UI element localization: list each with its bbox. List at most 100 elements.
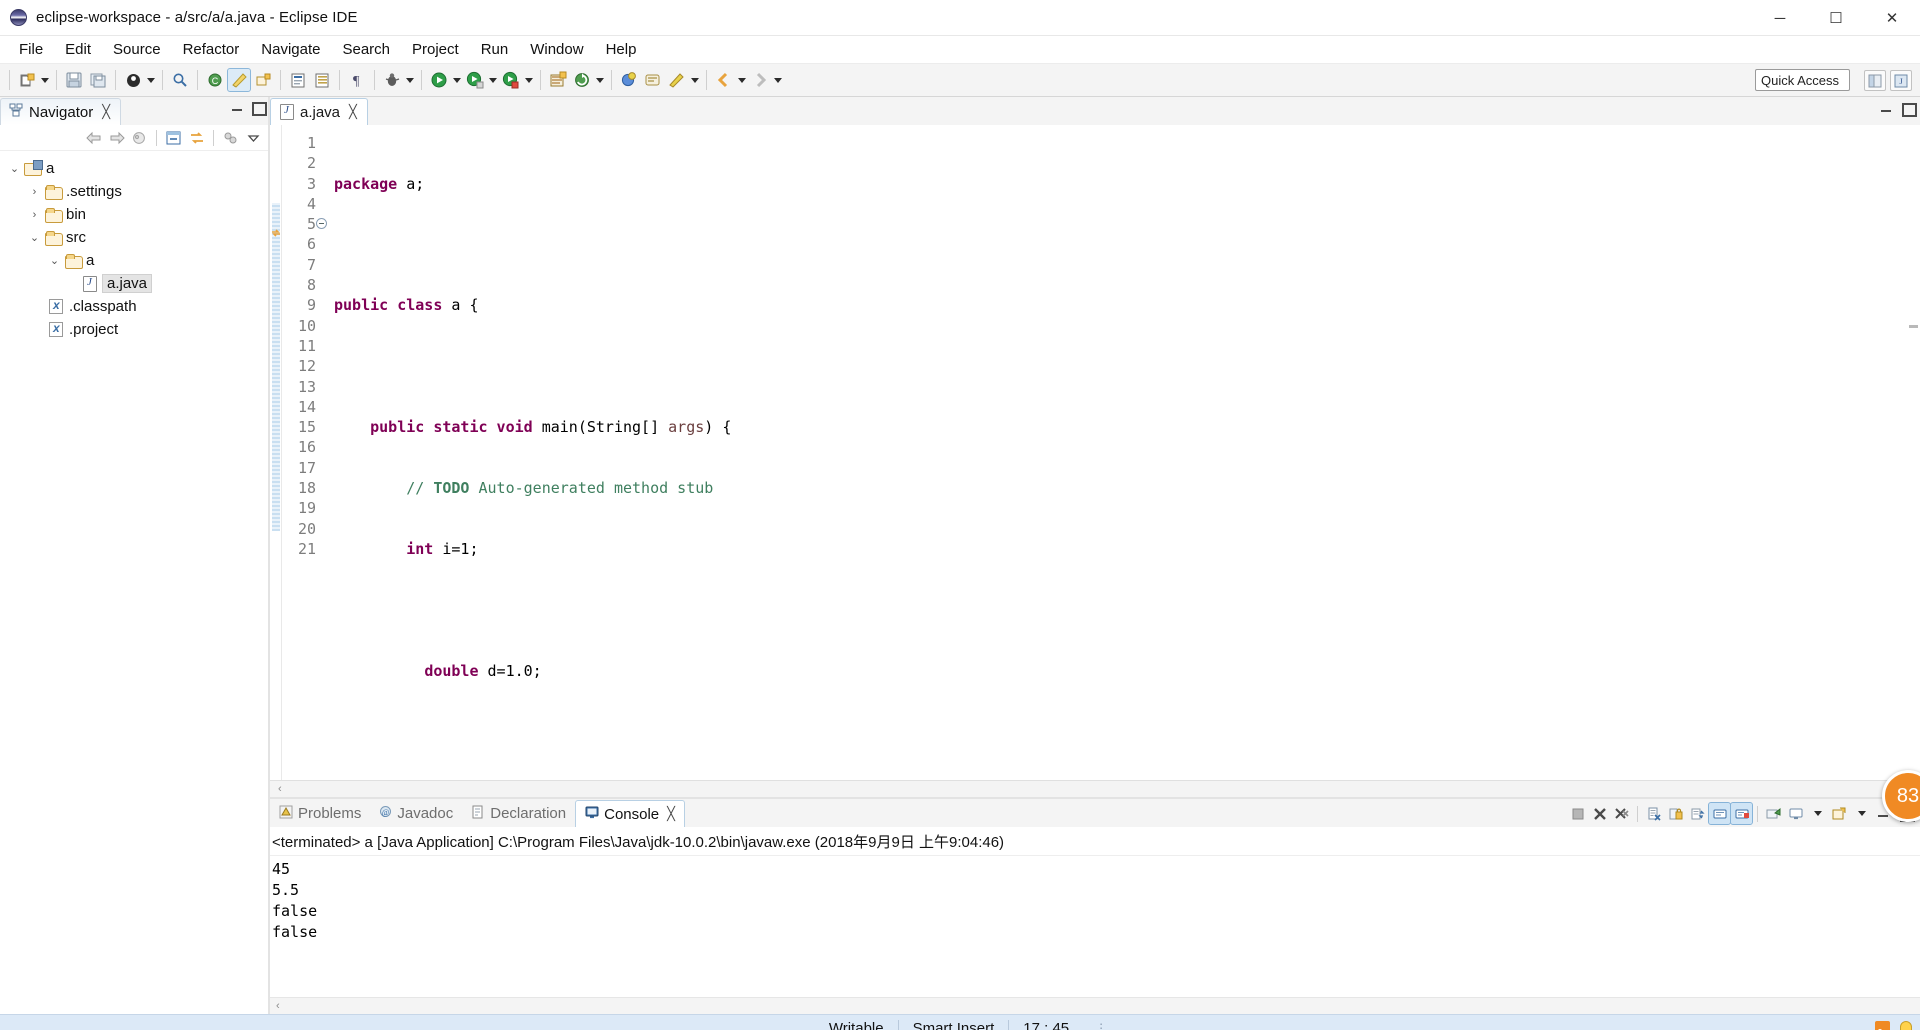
view-menu-icon[interactable] [243, 127, 264, 148]
close-icon[interactable]: ╳ [349, 104, 357, 120]
scroll-lock-icon[interactable] [1665, 803, 1686, 824]
forward-icon[interactable] [749, 69, 771, 91]
new-class-icon[interactable] [287, 69, 309, 91]
menu-source[interactable]: Source [102, 38, 172, 61]
open-console-icon[interactable] [1829, 803, 1850, 824]
console-horizontal-scrollbar[interactable]: ‹ [270, 997, 1920, 1014]
tab-a-java[interactable]: a.java ╳ [270, 98, 368, 125]
link-with-editor-icon[interactable] [186, 127, 207, 148]
close-icon[interactable]: ╳ [102, 104, 110, 120]
refresh-dropdown[interactable] [594, 69, 606, 91]
run-external-tools-icon[interactable] [500, 69, 522, 91]
tab-problems[interactable]: Problems [270, 800, 370, 827]
scroll-left-icon[interactable]: ‹ [272, 783, 288, 795]
previous-annotation-icon[interactable] [642, 69, 664, 91]
tree-item-a-java[interactable]: a.java [0, 272, 268, 295]
tab-console[interactable]: Console ╳ [575, 800, 685, 827]
remove-launch-icon[interactable] [1589, 803, 1610, 824]
menu-refactor[interactable]: Refactor [172, 38, 251, 61]
dropdown-icon[interactable] [1807, 803, 1828, 824]
save-all-icon[interactable] [87, 69, 109, 91]
tab-navigator[interactable]: Navigator ╳ [0, 98, 122, 125]
print-icon[interactable] [122, 69, 144, 91]
chevron-down-icon[interactable]: ⌄ [46, 254, 63, 267]
chevron-down-icon[interactable]: ⌄ [26, 231, 43, 244]
tab-javadoc[interactable]: @ Javadoc [370, 800, 462, 827]
minimize-view-icon[interactable] [231, 101, 244, 114]
tree-item-settings[interactable]: › .settings [0, 180, 268, 203]
last-edit-location-icon[interactable] [666, 69, 688, 91]
open-type-icon[interactable]: C [204, 69, 226, 91]
home-icon[interactable] [129, 127, 150, 148]
annotation-ruler[interactable] [270, 125, 282, 780]
back-dropdown[interactable] [736, 69, 748, 91]
clear-console-icon[interactable] [1643, 803, 1664, 824]
back-icon[interactable] [713, 69, 735, 91]
minimize-button[interactable]: ─ [1752, 0, 1808, 36]
search-icon[interactable] [169, 69, 191, 91]
minimize-view-icon[interactable] [1880, 102, 1893, 115]
forward-icon[interactable] [106, 127, 127, 148]
save-icon[interactable] [63, 69, 85, 91]
word-wrap-icon[interactable] [1687, 803, 1708, 824]
maximize-view-icon[interactable] [251, 101, 267, 116]
new-java-project-icon[interactable] [547, 69, 569, 91]
pin-console-icon[interactable] [1763, 803, 1784, 824]
tip-of-the-day-icon[interactable] [1900, 1020, 1912, 1030]
external-tools-dropdown[interactable] [523, 69, 535, 91]
code-text[interactable]: package a; public class a { public stati… [322, 125, 1920, 780]
run-configurations-dropdown[interactable] [487, 69, 499, 91]
display-selected-console-icon[interactable] [1785, 803, 1806, 824]
tab-declaration[interactable]: Declaration [462, 800, 575, 827]
show-console-on-error-icon[interactable] [1730, 802, 1753, 825]
editor-horizontal-scrollbar[interactable]: ‹ › [270, 780, 1920, 797]
menu-run[interactable]: Run [470, 38, 520, 61]
dropdown-icon[interactable] [1851, 803, 1872, 824]
menu-help[interactable]: Help [595, 38, 648, 61]
last-edit-dropdown[interactable] [689, 69, 701, 91]
filters-icon[interactable] [220, 127, 241, 148]
new-interface-icon[interactable] [311, 69, 333, 91]
menu-search[interactable]: Search [331, 38, 401, 61]
tree-item-package-a[interactable]: ⌄ a [0, 249, 268, 272]
maximize-button[interactable]: ☐ [1808, 0, 1864, 36]
refresh-icon[interactable] [571, 69, 593, 91]
close-icon[interactable]: ╳ [667, 806, 675, 822]
debug-icon[interactable] [381, 69, 403, 91]
quick-fix-icon[interactable] [270, 225, 282, 237]
tree-item-project-file[interactable]: .project [0, 318, 268, 341]
tree-item-bin[interactable]: › bin [0, 203, 268, 226]
remove-all-terminated-icon[interactable] [1611, 803, 1632, 824]
java-editor-icon[interactable] [227, 68, 251, 92]
terminate-icon[interactable] [1567, 803, 1588, 824]
new-java-package-icon[interactable] [252, 69, 274, 91]
run-configurations-icon[interactable] [464, 69, 486, 91]
close-button[interactable]: ✕ [1864, 0, 1920, 36]
run-icon[interactable] [428, 69, 450, 91]
tree-item-project-a[interactable]: ⌄ a [0, 157, 268, 180]
paragraph-mark-icon[interactable]: ¶ [346, 69, 368, 91]
chevron-right-icon[interactable]: › [26, 186, 43, 198]
tree-item-src[interactable]: ⌄ src [0, 226, 268, 249]
next-annotation-icon[interactable] [618, 69, 640, 91]
show-console-on-output-icon[interactable] [1708, 802, 1731, 825]
forward-dropdown[interactable] [772, 69, 784, 91]
menu-file[interactable]: File [8, 38, 54, 61]
debug-dropdown[interactable] [404, 69, 416, 91]
menu-edit[interactable]: Edit [54, 38, 102, 61]
rss-feed-icon[interactable] [1875, 1020, 1890, 1030]
console-output[interactable]: 45 5.5 false false [270, 856, 1920, 997]
chevron-right-icon[interactable]: › [26, 209, 43, 221]
quick-access-field[interactable]: Quick Access [1755, 69, 1850, 91]
drag-handle-icon[interactable]: ⋮ [1095, 1021, 1107, 1030]
run-dropdown[interactable] [451, 69, 463, 91]
menu-window[interactable]: Window [519, 38, 594, 61]
collapse-all-icon[interactable] [163, 127, 184, 148]
maximize-view-icon[interactable] [1901, 102, 1917, 117]
new-wizard-icon[interactable] [16, 69, 38, 91]
menu-navigate[interactable]: Navigate [250, 38, 331, 61]
open-perspective-icon[interactable] [1864, 70, 1886, 91]
print-dropdown[interactable] [145, 69, 157, 91]
chevron-down-icon[interactable]: ⌄ [6, 162, 23, 175]
tree-item-classpath[interactable]: .classpath [0, 295, 268, 318]
